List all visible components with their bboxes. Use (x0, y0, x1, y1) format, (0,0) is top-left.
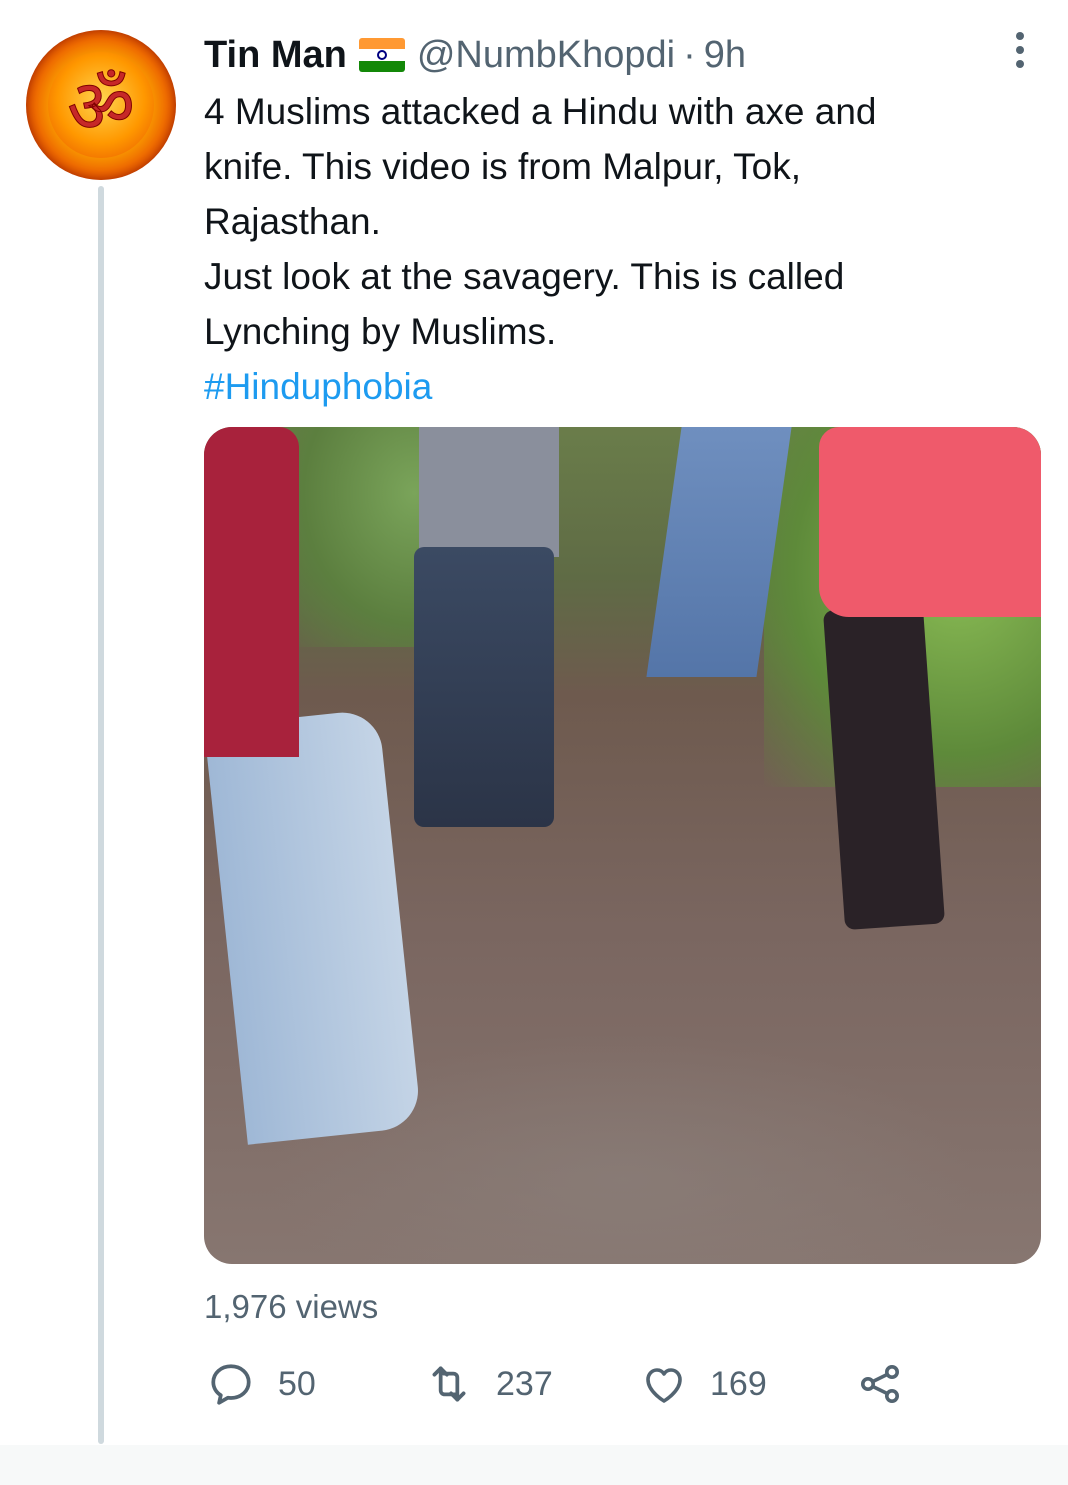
retweet-icon (424, 1359, 474, 1409)
display-name[interactable]: Tin Man (204, 34, 347, 77)
hashtag-link[interactable]: #Hinduphobia (204, 359, 1004, 414)
tweet-text-line: 4 Muslims attacked a Hindu with axe and (204, 91, 877, 132)
tweet-text-line: Lynching by Muslims. (204, 311, 557, 352)
retweet-button[interactable]: 237 (424, 1358, 553, 1410)
more-options-icon[interactable] (1008, 30, 1032, 70)
like-count: 169 (710, 1364, 767, 1403)
timestamp[interactable]: 9h (704, 34, 746, 77)
om-symbol-icon: ॐ (48, 52, 154, 158)
tweet-header: Tin Man @NumbKhopdi · 9h (204, 30, 746, 80)
avatar-glyph: ॐ (67, 64, 135, 150)
share-icon (856, 1360, 904, 1408)
avatar[interactable]: ॐ (26, 30, 176, 180)
separator: · (683, 33, 696, 76)
reply-icon (206, 1359, 256, 1409)
reply-count: 50 (278, 1364, 316, 1403)
like-icon (640, 1360, 688, 1408)
thread-line (98, 186, 104, 1444)
video-thumbnail[interactable] (204, 427, 1041, 1264)
tweet-text: 4 Muslims attacked a Hindu with axe and … (204, 84, 1004, 414)
like-button[interactable]: 169 (640, 1358, 767, 1410)
tweet[interactable]: ॐ Tin Man @NumbKhopdi · 9h 4 Muslims att… (0, 0, 1068, 1445)
bottom-divider (0, 1445, 1068, 1485)
india-flag-icon (358, 38, 405, 72)
tweet-text-line: knife. This video is from Malpur, Tok, (204, 146, 802, 187)
retweet-count: 237 (496, 1364, 553, 1403)
user-handle[interactable]: @NumbKhopdi (417, 34, 675, 77)
view-count: 1,976 views (204, 1288, 379, 1325)
share-button[interactable] (856, 1358, 904, 1410)
tweet-text-line: Rajasthan. (204, 201, 381, 242)
tweet-text-line: Just look at the savagery. This is calle… (204, 256, 845, 297)
reply-button[interactable]: 50 (206, 1358, 316, 1410)
